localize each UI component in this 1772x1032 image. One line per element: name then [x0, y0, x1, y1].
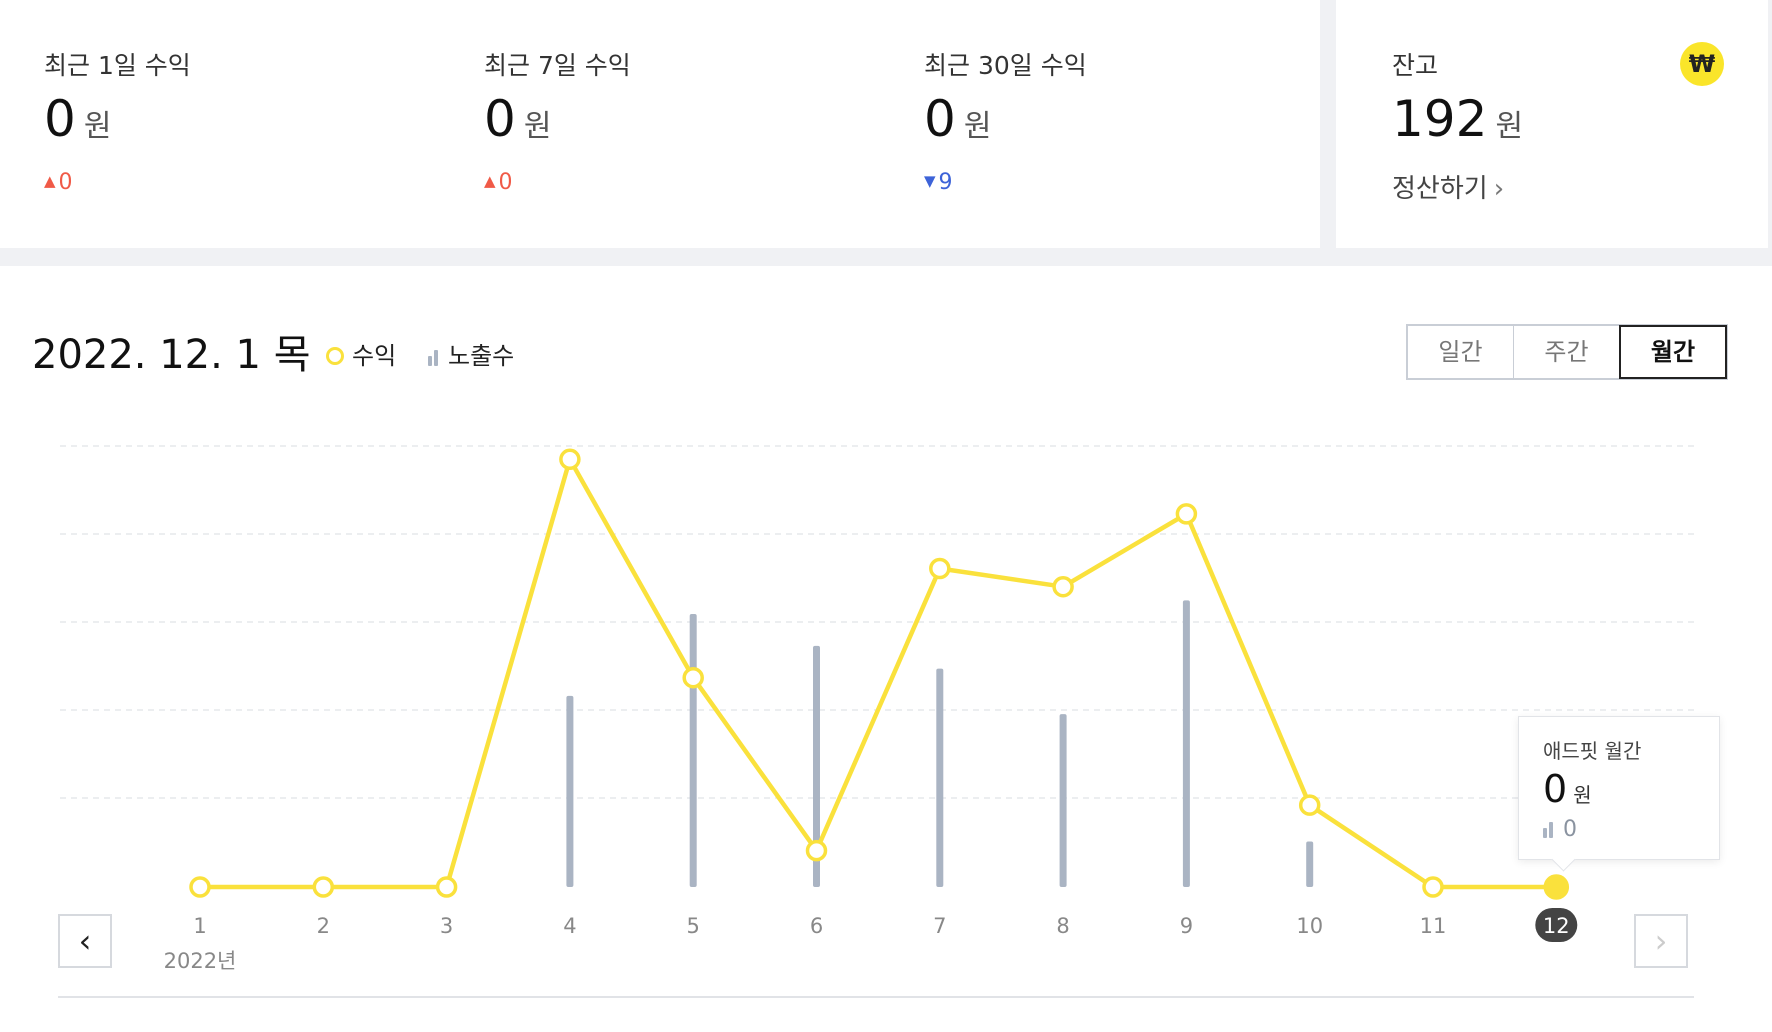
chart-date: 2022. 12. 1 목: [32, 332, 311, 378]
revenue-point: [1298, 794, 1321, 816]
revenue-point: [1422, 876, 1444, 898]
x-tick-label: 5: [687, 914, 700, 938]
revenue-point: [435, 876, 458, 898]
period-tabs: 일간 주간 월간: [1406, 324, 1728, 380]
legend-impressions: 노출수: [428, 336, 514, 372]
delta-value: 9: [938, 170, 953, 195]
revenue-point: [189, 876, 211, 898]
balance-label: 잔고: [1392, 51, 1439, 80]
stat-delta: ▲ 0: [44, 170, 73, 195]
balance-value: 192 원: [1392, 90, 1523, 148]
settle-link[interactable]: 정산하기 ›: [1392, 168, 1504, 205]
stat-number: 0: [924, 90, 956, 148]
revenue-point: [1543, 874, 1570, 900]
x-tick-label: 3: [440, 914, 453, 938]
x-tick-label: 2: [317, 914, 330, 938]
settle-label: 정산하기: [1392, 174, 1488, 204]
x-tick-label: 6: [810, 914, 823, 938]
prev-button[interactable]: ‹: [58, 914, 112, 968]
impression-bar: [566, 695, 574, 887]
x-tick-label: 1: [193, 914, 206, 938]
x-year-label: 2022년: [164, 949, 237, 973]
revenue-point: [805, 839, 828, 862]
revenue-point: [682, 666, 704, 689]
tooltip-title: 애드핏 월간: [1543, 739, 1642, 763]
stat-unit: 원: [83, 109, 112, 144]
stat-number: 0: [44, 90, 76, 148]
legend-impressions-label: 노출수: [448, 342, 515, 370]
chart-plot: 1 2 3 4 5 6 7 8 9 10 11 122022년: [58, 445, 1694, 998]
tooltip-unit: 원: [1573, 783, 1592, 807]
stat-value: 0원: [484, 90, 551, 148]
x-tick-label: 4: [563, 914, 576, 938]
chevron-right-icon: ›: [1493, 174, 1505, 204]
delta-value: 0: [58, 170, 73, 195]
tab-weekly[interactable]: 주간: [1514, 326, 1620, 378]
next-button[interactable]: ›: [1634, 914, 1688, 968]
stat-label: 최근 30일 수익: [924, 51, 1087, 80]
stat-unit: 원: [523, 109, 552, 144]
stat-unit: 원: [963, 109, 992, 144]
stat-delta: ▼ 9: [924, 170, 953, 195]
x-tick-label: 11: [1420, 914, 1447, 938]
x-tick-label: 10: [1296, 914, 1323, 938]
x-tick-label: 9: [1180, 914, 1193, 938]
chart-tooltip: 애드핏 월간 0원 0: [1518, 716, 1720, 860]
impression-bar: [1059, 714, 1067, 887]
revenue-point: [1052, 575, 1074, 598]
revenue-point: [929, 557, 951, 580]
tab-daily[interactable]: 일간: [1408, 326, 1514, 378]
stat-label: 최근 1일 수익: [44, 51, 191, 80]
legend-revenue: 수익: [326, 336, 396, 371]
triangle-up-icon: ▲: [484, 172, 496, 190]
triangle-down-icon: ▼: [924, 172, 936, 190]
impression-bar: [1182, 600, 1190, 887]
revenue-point: [312, 876, 335, 898]
bar-chart-icon: [1543, 819, 1555, 844]
x-tick-label: 12: [1543, 914, 1570, 938]
won-icon: ₩: [1680, 42, 1724, 86]
impression-bar: [1306, 841, 1314, 887]
tab-monthly[interactable]: 월간: [1619, 325, 1727, 379]
chart-card: 1 2 3 4 5 6 7 8 9 10 11 12 2022년 2022. 12. 1 목 수익 노출…: [0, 266, 1772, 1032]
stat-value: 0원: [924, 90, 991, 148]
stat-value: 0원: [44, 90, 111, 148]
circle-icon: [326, 347, 344, 365]
revenue-point: [559, 448, 581, 471]
triangle-up-icon: ▲: [44, 172, 56, 190]
stat-delta: ▲ 0: [484, 170, 513, 195]
stat-label: 최근 7일 수익: [484, 51, 631, 80]
revenue-point: [1175, 503, 1198, 525]
tooltip-number: 0: [1543, 767, 1568, 811]
tooltip-impressions: 0: [1543, 817, 1577, 844]
impression-bar: [689, 614, 697, 887]
revenue-line: [200, 457, 1557, 890]
balance-card: 잔고 192 원 ₩ 정산하기 ›: [1336, 0, 1768, 248]
tooltip-impressions-value: 0: [1563, 817, 1577, 842]
legend-revenue-label: 수익: [352, 342, 397, 370]
x-tick-label: 7: [933, 914, 946, 938]
bar-chart-icon: [428, 344, 440, 372]
stat-number: 0: [484, 90, 516, 148]
delta-value: 0: [498, 170, 513, 195]
tooltip-value: 0원: [1543, 767, 1592, 811]
balance-unit: 원: [1495, 109, 1524, 144]
balance-number: 192: [1392, 90, 1488, 148]
impression-bar: [936, 668, 944, 887]
stats-card: 최근 1일 수익 0원 ▲ 0 최근 7일 수익 0원 ▲ 0 최근 30일 수익 …: [0, 0, 1320, 248]
x-tick-label: 8: [1056, 914, 1069, 938]
